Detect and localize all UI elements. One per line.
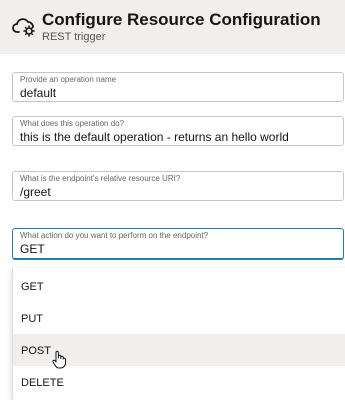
- field-label: What action do you want to perform on th…: [20, 231, 209, 240]
- field-label: What is the endpoint's relative resource…: [20, 174, 181, 183]
- page-title: Configure Resource Configuration: [42, 10, 321, 29]
- field-label: Provide an operation name: [20, 75, 117, 84]
- cloud-gear-icon: [12, 18, 35, 37]
- hand-pointer-icon: [52, 350, 66, 369]
- page-subtitle: REST trigger: [42, 31, 106, 43]
- option-label: DELETE: [21, 377, 64, 389]
- field-value: GET: [20, 242, 45, 256]
- option-label: GET: [21, 281, 44, 293]
- field-value: default: [20, 86, 57, 100]
- operation-name-field[interactable]: Provide an operation name default: [12, 72, 344, 102]
- option-get[interactable]: GET: [13, 270, 345, 302]
- option-label: PUT: [21, 313, 43, 325]
- operation-description-field[interactable]: What does this operation do? this is the…: [12, 116, 344, 146]
- dialog-header: Configure Resource Configuration REST tr…: [0, 0, 345, 54]
- resource-uri-field[interactable]: What is the endpoint's relative resource…: [12, 171, 344, 201]
- field-value: /greet: [20, 185, 51, 199]
- option-put[interactable]: PUT: [13, 302, 345, 334]
- action-select[interactable]: What action do you want to perform on th…: [12, 228, 344, 260]
- option-delete[interactable]: DELETE: [13, 366, 345, 398]
- option-label: POST: [21, 345, 51, 357]
- field-label: What does this operation do?: [20, 119, 125, 128]
- field-value: this is the default operation - returns …: [20, 130, 289, 144]
- action-dropdown-list: GET PUT POST DELETE: [12, 268, 345, 400]
